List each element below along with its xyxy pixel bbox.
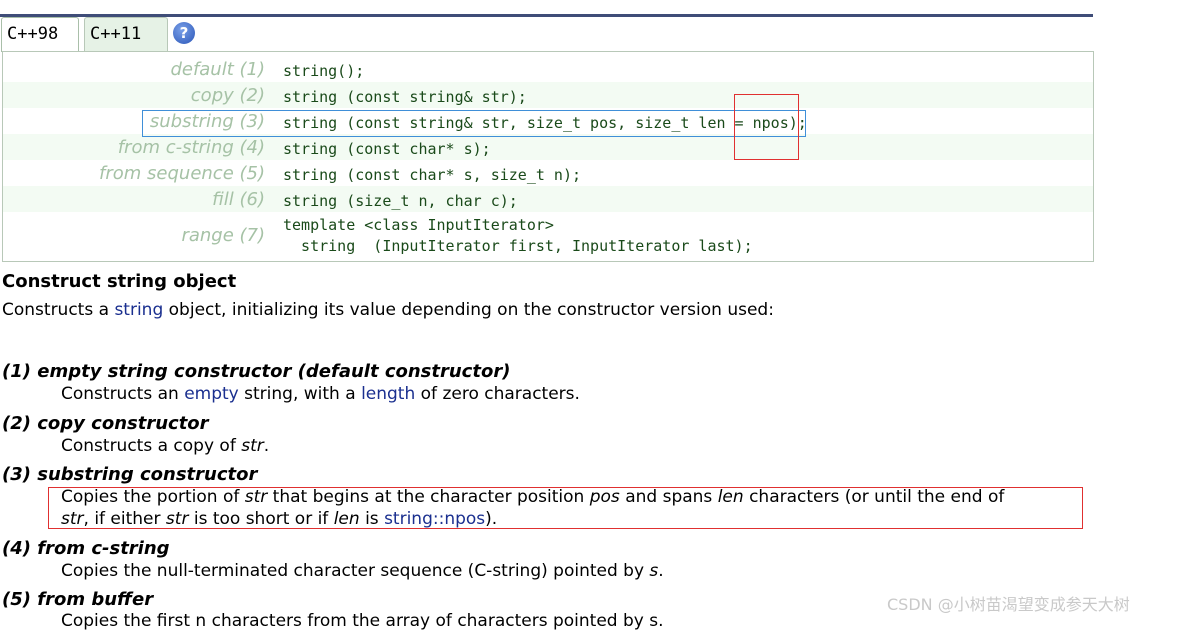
definition-body-5-partial: Copies the first n characters from the a… [61, 611, 664, 631]
prototype-label: range (7) [181, 225, 265, 246]
prototype-code: string (const string& str); [283, 88, 527, 106]
prototype-table: default (1) string(); copy (2) string (c… [2, 51, 1094, 262]
prototype-row: from c-string (4) string (const char* s)… [3, 134, 1093, 160]
prototype-code: string (const char* s, size_t n); [283, 166, 582, 184]
definition-body-1: Constructs an empty string, with a lengt… [61, 384, 580, 404]
watermark: CSDN @小树苗渴望变成参天大树 [887, 595, 1130, 614]
prototype-label: copy (2) [190, 85, 265, 106]
prototype-row: from sequence (5) string (const char* s,… [3, 160, 1093, 186]
definition-title-3: (3) substring constructor [2, 464, 258, 485]
definition-title-5: (5) from buffer [2, 589, 154, 610]
prototype-row: copy (2) string (const string& str); [3, 82, 1093, 108]
section-title: Construct string object [2, 271, 237, 292]
highlight-npos [734, 94, 799, 160]
intro-text: Constructs a string object, initializing… [2, 300, 774, 320]
prototype-label: fill (6) [212, 189, 265, 210]
tab-cpp98[interactable]: C++98 [1, 17, 79, 52]
prototype-code: string (size_t n, char c); [283, 192, 518, 210]
prototype-row: default (1) string(); [3, 56, 1093, 82]
highlight-substring-description [48, 487, 1083, 529]
prototype-code-line1: template <class InputIterator> [283, 216, 554, 234]
string-link[interactable]: string [114, 300, 163, 320]
definition-title-2: (2) copy constructor [2, 413, 209, 434]
prototype-label: default (1) [170, 59, 265, 80]
definition-title-4: (4) from c-string [2, 538, 170, 559]
prototype-row: range (7) template <class InputIterator>… [3, 212, 1093, 258]
definition-body-4: Copies the null-terminated character seq… [61, 561, 664, 581]
prototype-row: fill (6) string (size_t n, char c); [3, 186, 1093, 212]
prototype-code: string(); [283, 62, 365, 80]
question-circle-icon[interactable]: ? [173, 22, 195, 44]
prototype-code-line2: string (InputIterator first, InputIterat… [283, 237, 753, 255]
tab-cpp11[interactable]: C++11 [84, 17, 168, 51]
definition-body-2: Constructs a copy of str. [61, 436, 270, 456]
prototype-label: from c-string (4) [117, 137, 265, 158]
highlight-substring-row [142, 110, 806, 137]
prototype-label: from sequence (5) [99, 163, 265, 184]
definition-title-1: (1) empty string constructor (default co… [2, 361, 511, 382]
prototype-code: string (const char* s); [283, 140, 491, 158]
length-link[interactable]: length [361, 384, 415, 404]
page-title-strip [0, 0, 1093, 17]
empty-link[interactable]: empty [184, 384, 239, 404]
